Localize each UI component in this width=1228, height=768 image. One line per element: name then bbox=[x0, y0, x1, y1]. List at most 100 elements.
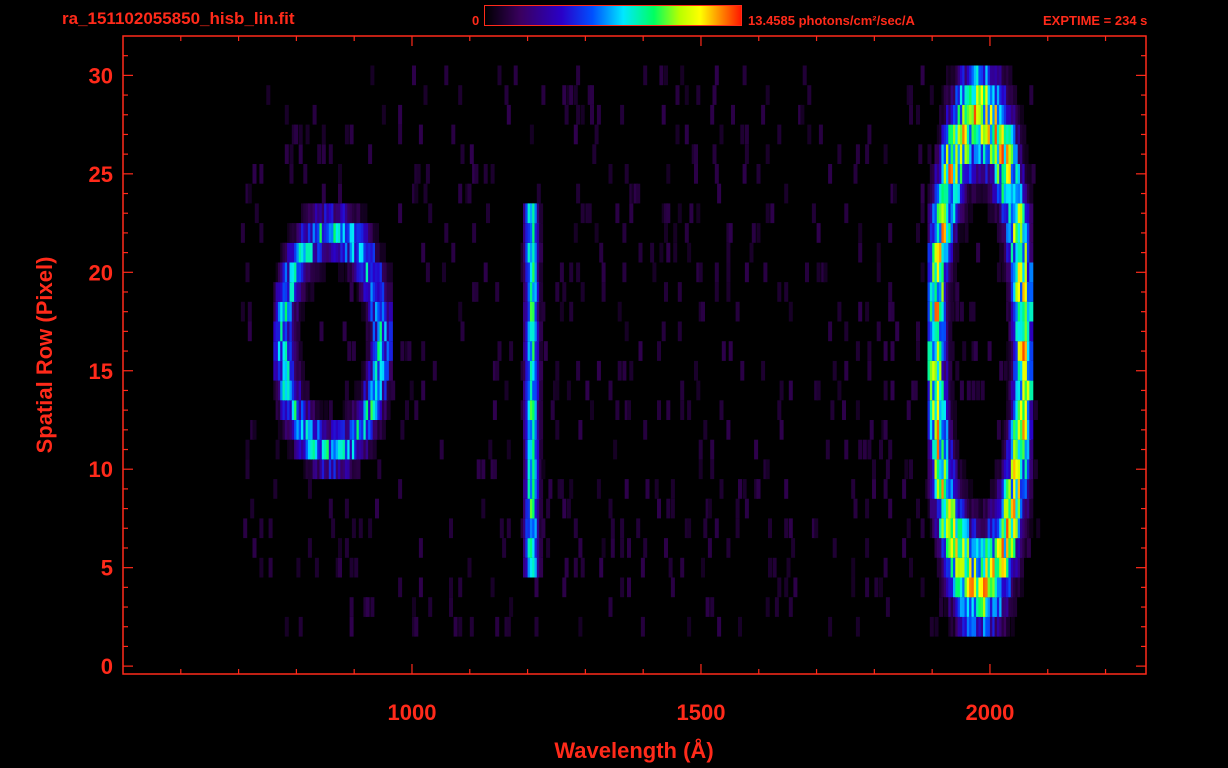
heatmap-cell bbox=[661, 104, 666, 125]
heatmap-cell bbox=[398, 104, 403, 125]
heatmap-cell bbox=[694, 164, 698, 184]
heatmap-cell bbox=[601, 262, 606, 283]
heatmap-cell bbox=[867, 360, 872, 381]
heatmap-cell bbox=[638, 242, 643, 263]
heatmap-cell bbox=[580, 104, 585, 125]
heatmap-cell bbox=[1029, 341, 1034, 361]
heatmap-cell bbox=[562, 577, 567, 598]
heatmap-cell bbox=[349, 616, 354, 637]
heatmap-cell bbox=[677, 203, 682, 224]
heatmap-cell bbox=[585, 380, 590, 401]
heatmap-cell bbox=[920, 518, 925, 539]
heatmap-cell bbox=[738, 479, 742, 499]
heatmap-cell bbox=[837, 301, 842, 322]
heatmap-cell bbox=[349, 597, 354, 617]
heatmap-cell bbox=[467, 557, 472, 578]
heatmap-cell bbox=[266, 85, 271, 105]
heatmap-cell bbox=[638, 341, 643, 361]
heatmap-cell bbox=[865, 498, 870, 519]
heatmap-cell bbox=[1020, 104, 1024, 125]
heatmap-cell bbox=[358, 518, 363, 539]
heatmap-cell bbox=[388, 282, 393, 302]
heatmap-cell bbox=[458, 85, 463, 105]
heatmap-cell bbox=[328, 144, 333, 164]
heatmap-cell bbox=[247, 301, 252, 322]
heatmap-cell bbox=[696, 203, 701, 224]
heatmap-cell bbox=[959, 301, 964, 322]
heatmap-cell bbox=[659, 242, 664, 263]
heatmap-cell bbox=[883, 479, 888, 499]
heatmap-cell bbox=[793, 577, 798, 598]
heatmap-cell bbox=[624, 321, 629, 342]
heatmap-cell bbox=[627, 400, 631, 420]
heatmap-cell bbox=[865, 144, 870, 164]
heatmap-cell bbox=[1013, 597, 1018, 617]
heatmap-cell bbox=[388, 321, 393, 342]
heatmap-cell bbox=[768, 518, 772, 539]
heatmap-cell bbox=[610, 538, 615, 558]
heatmap-cell bbox=[959, 223, 964, 243]
heatmap-cell bbox=[853, 164, 858, 184]
heatmap-cell bbox=[680, 65, 685, 86]
heatmap-cell bbox=[714, 65, 719, 86]
x-tick-label: 2000 bbox=[965, 700, 1014, 725]
heatmap-cell bbox=[298, 144, 303, 164]
heatmap-cell bbox=[474, 282, 479, 302]
heatmap-cell bbox=[902, 479, 907, 499]
heatmap-cell bbox=[321, 262, 326, 283]
heatmap-cell bbox=[481, 459, 486, 480]
heatmap-cell bbox=[698, 262, 703, 283]
heatmap-cell bbox=[698, 459, 703, 480]
heatmap-cell bbox=[421, 341, 426, 361]
heatmap-cell bbox=[301, 301, 305, 322]
heatmap-cell bbox=[774, 597, 779, 617]
heatmap-cell bbox=[888, 439, 893, 460]
heatmap-cell bbox=[627, 577, 631, 598]
heatmap-cell bbox=[673, 223, 678, 243]
heatmap-cell bbox=[883, 420, 888, 440]
heatmap-cell bbox=[391, 380, 396, 401]
heatmap-cell bbox=[779, 420, 784, 440]
heatmap-cell bbox=[298, 616, 303, 637]
heatmap-cell bbox=[876, 242, 881, 263]
heatmap-cell bbox=[529, 124, 534, 145]
heatmap-cell bbox=[777, 282, 782, 302]
heatmap-cell bbox=[828, 616, 833, 637]
heatmap-cell bbox=[578, 616, 583, 637]
heatmap-cell bbox=[885, 459, 890, 480]
heatmap-cell bbox=[569, 262, 574, 283]
heatmap-cell bbox=[349, 557, 354, 578]
heatmap-cell bbox=[375, 498, 379, 519]
heatmap-cell bbox=[895, 321, 900, 342]
heatmap-cell bbox=[573, 85, 578, 105]
heatmap-cell bbox=[550, 400, 555, 420]
heatmap-cell bbox=[788, 597, 793, 617]
heatmap-cell bbox=[735, 498, 740, 519]
heatmap-cell bbox=[624, 479, 629, 499]
heatmap-cell bbox=[837, 144, 842, 164]
heatmap-cell bbox=[444, 65, 449, 86]
heatmap-cell bbox=[351, 341, 356, 361]
heatmap-cell bbox=[569, 85, 574, 105]
heatmap-cell bbox=[816, 223, 821, 243]
heatmap-cell bbox=[744, 262, 749, 283]
heatmap-cell bbox=[731, 104, 735, 125]
heatmap-cell bbox=[784, 577, 789, 598]
heatmap-cell bbox=[594, 223, 599, 243]
heatmap-cell bbox=[652, 262, 657, 283]
heatmap-cell bbox=[1024, 144, 1029, 164]
heatmap-cell bbox=[664, 65, 668, 86]
heatmap-cell bbox=[707, 538, 712, 558]
heatmap-cell bbox=[680, 400, 685, 420]
heatmap-cell bbox=[305, 380, 310, 401]
heatmap-cell bbox=[268, 518, 273, 539]
heatmap-cell bbox=[576, 262, 581, 283]
heatmap-cell bbox=[657, 400, 661, 420]
heatmap-cell bbox=[331, 518, 336, 539]
heatmap-cell bbox=[539, 479, 544, 499]
heatmap-cell bbox=[490, 577, 495, 598]
heatmap-cell bbox=[617, 360, 622, 381]
heatmap-cell bbox=[756, 223, 761, 243]
heatmap-cell bbox=[578, 420, 583, 440]
heatmap-cell bbox=[599, 557, 604, 578]
